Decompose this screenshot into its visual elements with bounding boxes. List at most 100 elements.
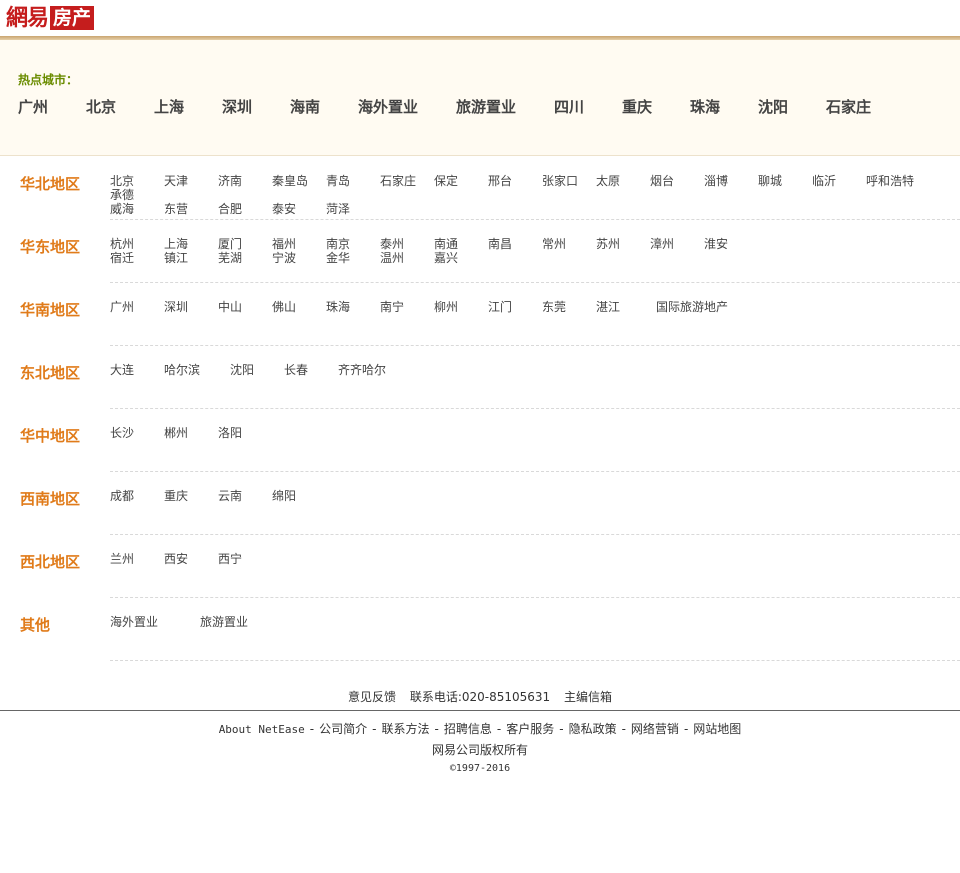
city-link[interactable]: 东莞 [542, 300, 566, 314]
city-link[interactable]: 宿迁 [110, 251, 134, 265]
hot-city-link[interactable]: 海南 [290, 96, 320, 117]
header: 網易 房产 [0, 0, 960, 40]
city-link[interactable]: 上海 [164, 237, 188, 251]
city-link[interactable]: 东营 [164, 202, 188, 216]
city-link[interactable]: 淄博 [704, 174, 728, 188]
city-link[interactable]: 北京 [110, 174, 134, 188]
city-link[interactable]: 合肥 [218, 202, 242, 216]
netease-house-logo[interactable]: 網易 房产 [6, 5, 95, 31]
city-link[interactable]: 苏州 [596, 237, 620, 251]
city-link[interactable]: 淮安 [704, 237, 728, 251]
city-link[interactable]: 兰州 [110, 552, 134, 566]
region-name: 其他 [20, 616, 51, 634]
city-link[interactable]: 西宁 [218, 552, 242, 566]
footer-nav-link[interactable]: 客户服务 [506, 722, 554, 736]
hot-city-link[interactable]: 四川 [554, 96, 584, 117]
region-block: 华东地区 杭州 上海 厦门 福州 南京 泰州 南通 南昌 常州 苏州 漳州 淮安 宿迁 镇江 芜湖 宁波 金华 温州… [20, 220, 960, 283]
city-link[interactable]: 江门 [488, 300, 512, 314]
city-link[interactable]: 国际旅游地产 [656, 300, 728, 314]
footer-nav-link[interactable]: 招聘信息 [444, 722, 492, 736]
hot-city-link[interactable]: 海外置业 [358, 96, 418, 117]
city-link[interactable]: 秦皇岛 [272, 174, 308, 188]
city-link[interactable]: 深圳 [164, 300, 188, 314]
hot-city-link[interactable]: 北京 [86, 96, 116, 117]
footer-nav-link[interactable]: 隐私政策 [569, 722, 617, 736]
city-link[interactable]: 旅游置业 [200, 615, 248, 629]
city-link[interactable]: 绵阳 [272, 489, 296, 503]
city-link[interactable]: 泰州 [380, 237, 404, 251]
city-link[interactable]: 宁波 [272, 251, 296, 265]
city-link[interactable]: 中山 [218, 300, 242, 314]
city-link[interactable]: 泰安 [272, 202, 296, 216]
city-link[interactable]: 南昌 [488, 237, 512, 251]
hot-city-link[interactable]: 重庆 [622, 96, 652, 117]
footer-nav-link[interactable]: 公司简介 [319, 722, 367, 736]
city-link[interactable]: 张家口 [542, 174, 578, 188]
city-link[interactable]: 佛山 [272, 300, 296, 314]
hot-city-link[interactable]: 珠海 [690, 96, 720, 117]
footer-nav-link[interactable]: 网站地图 [693, 722, 741, 736]
city-link[interactable]: 南京 [326, 237, 350, 251]
region-block: 西南地区 成都 重庆 云南 绵阳 [20, 472, 960, 535]
footer-nav-link[interactable]: About NetEase [219, 723, 305, 736]
city-link[interactable]: 长沙 [110, 426, 134, 440]
city-link[interactable]: 呼和浩特 [866, 174, 914, 188]
city-link[interactable]: 南宁 [380, 300, 404, 314]
city-link[interactable]: 济南 [218, 174, 242, 188]
logo-netease: 網易 [6, 5, 49, 31]
hot-city-link[interactable]: 旅游置业 [456, 96, 516, 117]
city-link[interactable]: 镇江 [164, 251, 188, 265]
city-link[interactable]: 聊城 [758, 174, 782, 188]
city-link[interactable]: 大连 [110, 363, 134, 377]
city-link[interactable]: 芜湖 [218, 251, 242, 265]
city-link[interactable]: 常州 [542, 237, 566, 251]
footer-nav-separator: - [496, 722, 502, 736]
hot-city-link[interactable]: 沈阳 [758, 96, 788, 117]
city-link[interactable]: 洛阳 [218, 426, 242, 440]
editor-email-link[interactable]: 主编信箱 [564, 690, 612, 704]
city-link[interactable]: 厦门 [218, 237, 242, 251]
footer-nav-link[interactable]: 联系方法 [381, 722, 429, 736]
hot-city-link[interactable]: 石家庄 [826, 96, 871, 117]
city-link[interactable]: 金华 [326, 251, 350, 265]
city-link[interactable]: 漳州 [650, 237, 674, 251]
city-link[interactable]: 保定 [434, 174, 458, 188]
footer-nav-separator: - [683, 722, 689, 736]
footer-nav-link[interactable]: 网络营销 [631, 722, 679, 736]
city-link[interactable]: 沈阳 [230, 363, 254, 377]
city-link[interactable]: 太原 [596, 174, 620, 188]
city-link[interactable]: 西安 [164, 552, 188, 566]
city-link[interactable]: 杭州 [110, 237, 134, 251]
city-link[interactable]: 长春 [284, 363, 308, 377]
city-link[interactable]: 福州 [272, 237, 296, 251]
city-link[interactable]: 海外置业 [110, 615, 158, 629]
city-link[interactable]: 菏泽 [326, 202, 350, 216]
city-link[interactable]: 承德 [110, 188, 134, 202]
city-link[interactable]: 威海 [110, 202, 134, 216]
city-link[interactable]: 柳州 [434, 300, 458, 314]
city-link[interactable]: 郴州 [164, 426, 188, 440]
city-link[interactable]: 珠海 [326, 300, 350, 314]
hot-city-link[interactable]: 广州 [18, 96, 48, 117]
city-link[interactable]: 湛江 [596, 300, 620, 314]
city-link[interactable]: 成都 [110, 489, 134, 503]
city-link[interactable]: 南通 [434, 237, 458, 251]
city-link[interactable]: 烟台 [650, 174, 674, 188]
city-link[interactable]: 齐齐哈尔 [338, 363, 386, 377]
city-link[interactable]: 云南 [218, 489, 242, 503]
city-link[interactable]: 嘉兴 [434, 251, 458, 265]
city-link[interactable]: 青岛 [326, 174, 350, 188]
city-link[interactable]: 温州 [380, 251, 404, 265]
city-link[interactable]: 临沂 [812, 174, 836, 188]
feedback-link[interactable]: 意见反馈 [348, 690, 396, 704]
city-link[interactable]: 重庆 [164, 489, 188, 503]
hot-city-link[interactable]: 深圳 [222, 96, 252, 117]
hot-city-link[interactable]: 上海 [154, 96, 184, 117]
city-link[interactable]: 哈尔滨 [164, 363, 200, 377]
city-link[interactable]: 邢台 [488, 174, 512, 188]
city-link[interactable]: 广州 [110, 300, 134, 314]
hot-cities-list: 广州 北京 上海 深圳 海南 海外置业 旅游置业 四川 重庆 珠海 沈阳 石家庄 [18, 96, 958, 116]
footer-nav-separator: - [434, 722, 439, 736]
city-link[interactable]: 天津 [164, 174, 188, 188]
city-link[interactable]: 石家庄 [380, 174, 416, 188]
